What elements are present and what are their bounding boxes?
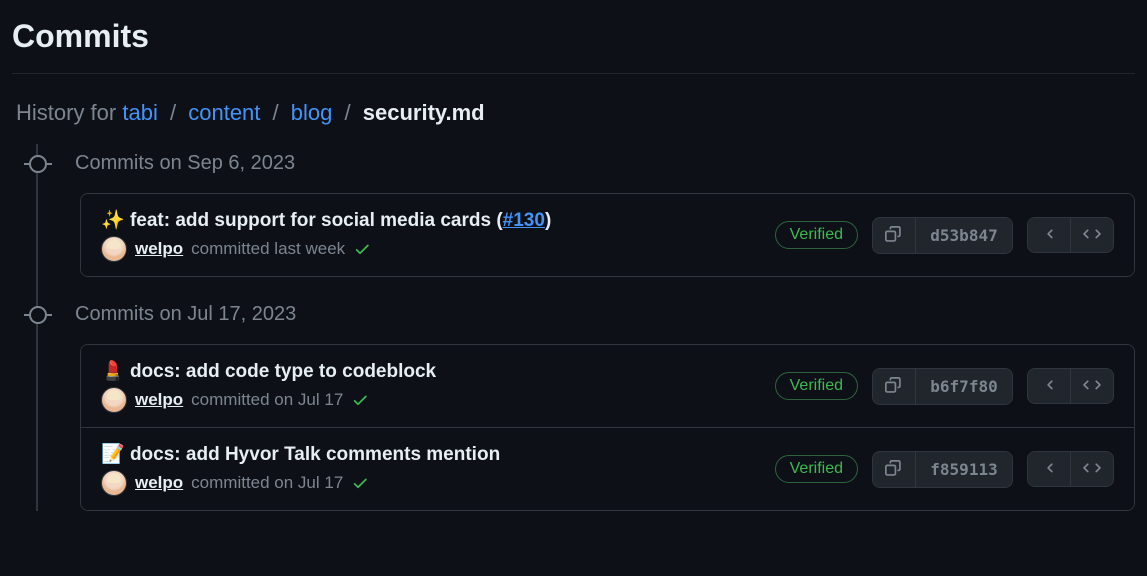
copy-sha-button[interactable] — [873, 452, 916, 487]
pr-link[interactable]: #130 — [503, 210, 545, 231]
commit-actions: Verified f859113 — [775, 451, 1114, 488]
commit-group-header: Commits on Jul 17, 2023 — [34, 295, 1135, 344]
commit-sha-link[interactable]: d53b847 — [916, 218, 1012, 253]
sha-button-group: d53b847 — [872, 217, 1013, 254]
copy-sha-button[interactable] — [873, 218, 916, 253]
commit-time: committed on Jul 17 — [191, 390, 343, 410]
commit-actions: Verified d53b847 — [775, 217, 1114, 254]
author-link[interactable]: welpo — [135, 390, 183, 410]
status-check-icon[interactable] — [351, 391, 369, 409]
commit-row: 💄 docs: add code type to codeblock welpo… — [81, 345, 1134, 428]
commit-list: 💄 docs: add code type to codeblock welpo… — [80, 344, 1135, 511]
commit-sha-link[interactable]: f859113 — [916, 452, 1012, 487]
commit-time: committed on Jul 17 — [191, 473, 343, 493]
view-code-button[interactable] — [1071, 369, 1113, 403]
commit-meta: welpo committed last week — [101, 236, 551, 262]
browse-button-group — [1027, 217, 1114, 253]
breadcrumb: History for tabi / content / blog / secu… — [12, 94, 1135, 144]
author-link[interactable]: welpo — [135, 239, 183, 259]
commit-actions: Verified b6f7f80 — [775, 368, 1114, 405]
browse-repo-button[interactable] — [1028, 218, 1071, 252]
commit-group-title: Commits on Sep 6, 2023 — [75, 152, 295, 175]
breadcrumb-sep: / — [339, 100, 357, 125]
commit-title-text: docs: add Hyvor Talk comments mention — [130, 444, 500, 465]
author-link[interactable]: welpo — [135, 473, 183, 493]
commit-title-text: feat: add support for social media cards… — [130, 210, 503, 231]
breadcrumb-prefix: History for — [16, 100, 116, 125]
breadcrumb-sep: / — [164, 100, 182, 125]
commit-title[interactable]: 📝 docs: add Hyvor Talk comments mention — [101, 442, 500, 466]
breadcrumb-link-content[interactable]: content — [188, 100, 260, 125]
view-code-button[interactable] — [1071, 452, 1113, 486]
sha-button-group: b6f7f80 — [872, 368, 1013, 405]
browse-button-group — [1027, 451, 1114, 487]
commit-list: ✨ feat: add support for social media car… — [80, 193, 1135, 277]
commit-row: 📝 docs: add Hyvor Talk comments mention … — [81, 428, 1134, 510]
commit-info: 💄 docs: add code type to codeblock welpo… — [101, 359, 436, 413]
avatar[interactable] — [101, 236, 127, 262]
commit-timeline: Commits on Sep 6, 2023 ✨ feat: add suppo… — [12, 144, 1135, 511]
browse-button-group — [1027, 368, 1114, 404]
divider — [12, 73, 1135, 74]
commit-emoji: 📝 — [101, 444, 125, 465]
commit-node-icon — [29, 306, 47, 324]
breadcrumb-current: security.md — [363, 100, 485, 125]
commit-group-header: Commits on Sep 6, 2023 — [34, 144, 1135, 193]
commit-emoji: 💄 — [101, 361, 125, 382]
commit-title[interactable]: ✨ feat: add support for social media car… — [101, 208, 551, 232]
commit-title-tail: ) — [545, 210, 551, 231]
verified-badge[interactable]: Verified — [775, 455, 858, 483]
commit-info: 📝 docs: add Hyvor Talk comments mention … — [101, 442, 500, 496]
commit-group-title: Commits on Jul 17, 2023 — [75, 303, 296, 326]
breadcrumb-link-tabi[interactable]: tabi — [122, 100, 157, 125]
commit-group: Commits on Sep 6, 2023 ✨ feat: add suppo… — [34, 144, 1135, 277]
commit-meta: welpo committed on Jul 17 — [101, 387, 436, 413]
avatar[interactable] — [101, 387, 127, 413]
commit-title-text: docs: add code type to codeblock — [130, 361, 436, 382]
commit-emoji: ✨ — [101, 210, 125, 231]
verified-badge[interactable]: Verified — [775, 221, 858, 249]
view-code-button[interactable] — [1071, 218, 1113, 252]
avatar[interactable] — [101, 470, 127, 496]
browse-repo-button[interactable] — [1028, 369, 1071, 403]
commit-node-icon — [29, 155, 47, 173]
commit-sha-link[interactable]: b6f7f80 — [916, 369, 1012, 404]
sha-button-group: f859113 — [872, 451, 1013, 488]
commit-row: ✨ feat: add support for social media car… — [81, 194, 1134, 276]
commit-title[interactable]: 💄 docs: add code type to codeblock — [101, 359, 436, 383]
commit-info: ✨ feat: add support for social media car… — [101, 208, 551, 262]
page-title: Commits — [12, 12, 1135, 73]
status-check-icon[interactable] — [353, 240, 371, 258]
copy-sha-button[interactable] — [873, 369, 916, 404]
status-check-icon[interactable] — [351, 474, 369, 492]
breadcrumb-link-blog[interactable]: blog — [291, 100, 333, 125]
commit-time: committed last week — [191, 239, 345, 259]
breadcrumb-sep: / — [267, 100, 285, 125]
browse-repo-button[interactable] — [1028, 452, 1071, 486]
commit-meta: welpo committed on Jul 17 — [101, 470, 500, 496]
commit-group: Commits on Jul 17, 2023 💄 docs: add code… — [34, 295, 1135, 511]
verified-badge[interactable]: Verified — [775, 372, 858, 400]
